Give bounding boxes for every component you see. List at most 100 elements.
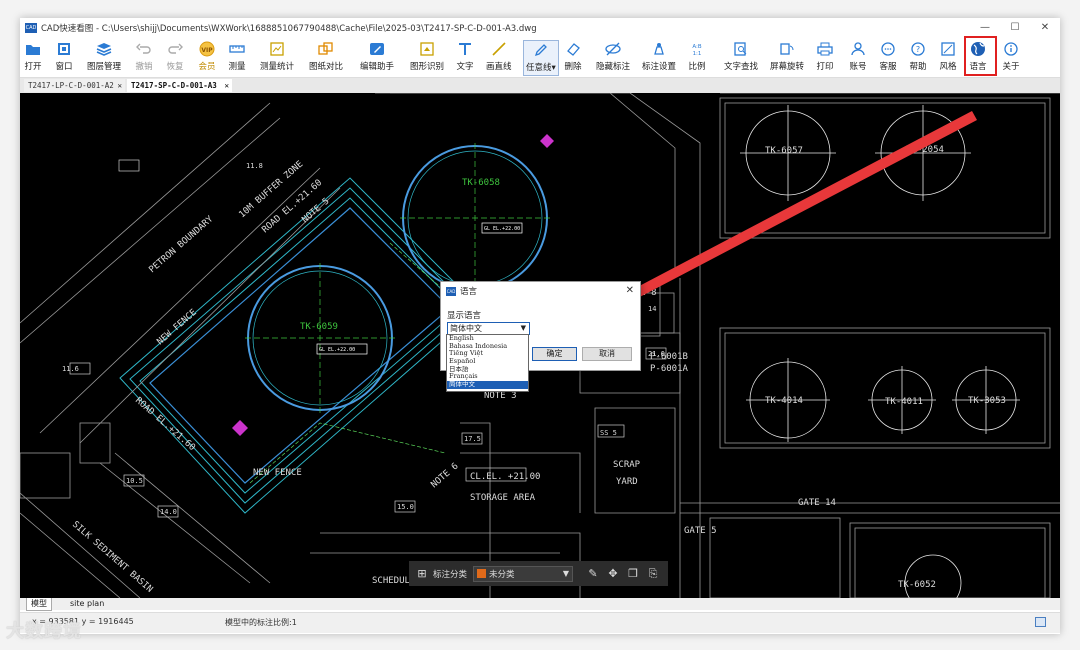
tank-label-tk6059: TK-6059 [300,322,338,332]
gate-14-label: GATE 14 [798,498,836,508]
redo-button[interactable]: 恢复 [166,40,184,74]
new-fence-label: NEW FENCE [155,308,198,348]
dimension-label: 14 [648,305,656,313]
tank-label-tk6052: TK-6052 [898,580,936,590]
cancel-button[interactable]: 取消 [582,347,632,361]
language-option-japanese[interactable]: 日本語 [447,366,528,374]
category-value: 未分类 [489,569,515,580]
delete-button[interactable]: 删除 [564,40,582,74]
pen-icon [532,41,550,59]
doc-tab-label: T2417-SP-C-D-001-A3 [131,81,217,90]
copy-icon[interactable]: ❐ [623,567,643,580]
note-label: NOTE 6 [429,461,460,490]
scale-icon: A:B 1:1 [688,40,706,58]
about-button[interactable]: 关于 [1002,40,1020,74]
annotation-scale-text: 模型中的标注比例:1 [225,618,297,627]
language-option-simplified-chinese[interactable]: 简体中文 [447,381,528,389]
petron-boundary-label: PETRON BOUNDARY [147,214,215,275]
text-icon [456,40,474,58]
annotation-toolbar: ⊞ 标注分类 未分类 ▼ ✎ ✥ ❐ ⎘ [409,561,668,586]
dialog-title: 语言 [460,287,478,297]
ribbon-toolbar: 打开 窗口 图层管理 撤销 恢复 VIP 会员 测量 测量统计 图纸对比 编辑助手… [20,36,1060,76]
undo-button[interactable]: 撤销 [135,40,153,74]
svg-text:?: ? [916,45,920,54]
draw-line-button[interactable]: 画直线 [486,40,512,74]
edit-icon[interactable]: ✎ [583,567,603,580]
freehand-line-button[interactable]: 任意线▾ [523,40,559,76]
tank-label-tk4014: TK-4014 [765,396,803,406]
dimension-label: 14.0 [160,508,177,516]
account-button[interactable]: 账号 [849,40,867,74]
close-tab-icon[interactable]: ✕ [224,79,229,92]
title-bar: CAD CAD快速看图 - C:\Users\shijj\Documents\W… [20,18,1060,38]
undo-icon [135,40,153,58]
language-select-value: 简体中文 [450,324,482,333]
chevron-down-icon: ▼ [520,324,526,332]
minimize-button[interactable]: — [970,18,1000,38]
maximize-button[interactable]: ☐ [1000,18,1030,38]
vip-button[interactable]: VIP 会员 [198,40,216,74]
compare-button[interactable]: 图纸对比 [309,40,343,74]
language-highlight-box [964,36,997,76]
print-button[interactable]: 打印 [816,40,834,74]
move-icon[interactable]: ✥ [603,567,623,580]
shape-recognize-button[interactable]: 图形识别 [410,40,444,74]
dimension-label: 10.5 [126,477,143,485]
eraser-icon [564,40,582,58]
hide-annotation-button[interactable]: 隐藏标注 [596,40,630,74]
language-option-spanish[interactable]: Español [447,358,528,366]
open-button[interactable]: 打开 [24,40,42,74]
text-button[interactable]: 文字 [456,40,474,74]
close-window-button[interactable]: ✕ [1030,18,1060,38]
svg-text:VIP: VIP [201,47,213,54]
line-icon [490,40,508,58]
chat-icon [879,40,897,58]
grid-icon[interactable]: ⊞ [415,567,429,580]
layout-tab-site-plan[interactable]: site plan [66,598,108,610]
annotation-category-select[interactable]: 未分类 ▼ [473,565,574,582]
language-option-english[interactable]: English [447,335,528,343]
text-search-button[interactable]: 文字查找 [724,40,758,74]
ok-button[interactable]: 确定 [532,347,577,361]
dimension-label: 17.5 [464,435,481,443]
rotate-screen-button[interactable]: 屏幕旋转 [770,40,804,74]
compare-icon [317,40,335,58]
category-color-swatch [477,569,487,578]
close-tab-icon[interactable]: ✕ [117,79,122,92]
measure-stats-button[interactable]: 测量统计 [260,40,294,74]
document-tabs: T2417-LP-C-D-001-A2 ✕ T2417-SP-C-D-001-A3… [20,77,1060,93]
ss5-label: SS 5 [600,429,617,437]
doc-tab-lp[interactable]: T2417-LP-C-D-001-A2 ✕ [24,79,125,92]
svg-text:1:1: 1:1 [693,51,702,56]
tank-label-tk4011: TK-4011 [885,397,923,407]
folder-icon [24,40,42,58]
measure-button[interactable]: 测量 [228,40,246,74]
info-icon [1002,40,1020,58]
printer-icon [816,40,834,58]
paste-icon[interactable]: ⎘ [643,567,663,581]
window-button[interactable]: 窗口 [55,40,73,74]
app-logo-icon: CAD [25,23,37,33]
language-option-vietnamese[interactable]: Tiếng Việt [447,350,528,358]
shape-recognize-icon [418,40,436,58]
app-logo-icon: CAD [446,286,456,296]
annotation-settings-button[interactable]: 标注设置 [642,40,676,74]
doc-tab-sp[interactable]: T2417-SP-C-D-001-A3 ✕ [127,79,232,92]
scrap-yard-label: SCRAP [613,460,641,470]
customer-service-button[interactable]: 客服 [879,40,897,74]
scale-button[interactable]: A:B 1:1 比例 [688,40,706,74]
help-button[interactable]: ? 帮助 [909,40,927,74]
scrap-yard-label: YARD [616,477,638,487]
panel-toggle-icon[interactable] [1035,617,1046,627]
road-elevation-label: ROAD EL.+21.60 [133,396,197,453]
layer-manager-button[interactable]: 图层管理 [87,40,121,74]
layout-tabs: 模型 site plan [20,598,1060,611]
style-button[interactable]: 风格 [939,40,957,74]
layout-tab-model[interactable]: 模型 [26,598,52,611]
close-dialog-icon[interactable]: ✕ [626,285,634,296]
language-option-indonesian[interactable]: Bahasa Indonesia [447,343,528,351]
help-icon: ? [909,40,927,58]
language-option-french[interactable]: Français [447,373,528,381]
edit-assistant-button[interactable]: 编辑助手 [360,40,394,74]
tank-label-tk3053: TK-3053 [968,396,1006,406]
